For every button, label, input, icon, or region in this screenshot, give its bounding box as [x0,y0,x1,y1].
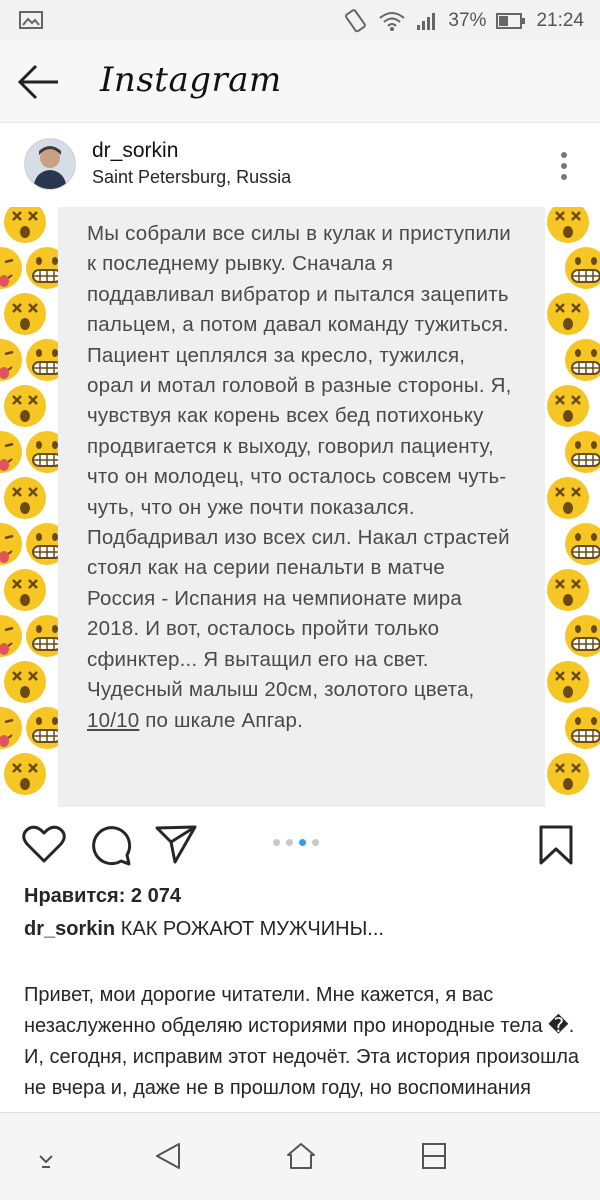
dizzy-face-icon [4,569,46,611]
dizzy-face-icon [4,207,46,243]
tongue-face-icon [0,247,22,289]
system-nav-bar [0,1112,600,1200]
caption-username[interactable]: dr_sorkin [24,918,115,940]
clock: 21:24 [536,10,584,31]
tongue-face-icon [0,523,22,565]
grimace-face-icon [26,339,60,381]
carousel-dot [273,839,280,846]
dizzy-face-icon [4,753,46,795]
image-text: Мы собрали все силы в кулак и приступили… [87,222,512,732]
battery-icon [496,13,526,29]
grimace-face-icon [565,247,600,289]
dizzy-face-icon [4,661,46,703]
more-vertical-icon[interactable] [558,151,570,181]
grimace-face-icon [26,247,60,289]
grimace-face-icon [26,615,60,657]
carousel-indicator [273,839,319,846]
nav-recents-icon[interactable] [420,1141,448,1171]
comment-icon[interactable] [90,824,132,866]
carousel-dot [286,839,293,846]
bookmark-icon[interactable] [538,824,574,866]
grimace-face-icon [565,339,600,381]
emoji-border-left [0,207,60,807]
signal-icon [417,13,436,30]
likes-count[interactable]: Нравится: 2 074 [24,885,181,908]
tongue-face-icon [0,339,22,381]
post-location[interactable]: Saint Petersburg, Russia [92,167,291,188]
grimace-face-icon [565,523,600,565]
share-icon[interactable] [155,824,197,864]
grimace-face-icon [26,431,60,473]
battery-percent: 37% [448,10,487,31]
dizzy-face-icon [547,477,589,519]
caption-text: КАК РОЖАЮТ МУЖЧИНЫ... [115,918,384,940]
post-image[interactable]: Мы собрали все силы в кулак и приступили… [0,207,600,807]
app-bar: Instagram [0,40,600,123]
dizzy-face-icon [547,753,589,795]
grimace-face-icon [565,615,600,657]
grimace-face-icon [565,707,600,749]
grimace-face-icon [565,431,600,473]
dizzy-face-icon [4,477,46,519]
status-bar: 37% 21:24 [0,0,600,40]
dizzy-face-icon [4,293,46,335]
wifi-icon [379,12,406,31]
emoji-border-right [545,207,600,807]
caption: dr_sorkin КАК РОЖАЮТ МУЖЧИНЫ... [24,918,384,941]
app-title: Instagram [100,60,282,100]
post-actions [0,808,600,880]
nav-down-icon[interactable] [36,1149,56,1169]
image-icon [19,11,43,29]
heart-icon[interactable] [22,824,66,864]
dizzy-face-icon [547,207,589,243]
carousel-dot [312,839,319,846]
post-body-text: Привет, мои дорогие читатели. Мне кажетс… [24,984,579,1112]
carousel-dot [299,839,306,846]
dizzy-face-icon [547,293,589,335]
grimace-face-icon [26,523,60,565]
dizzy-face-icon [547,569,589,611]
avatar[interactable] [24,138,76,190]
nav-home-icon[interactable] [285,1141,317,1171]
vibrate-icon [345,9,367,33]
post-header: dr_sorkin Saint Petersburg, Russia [0,123,600,207]
dizzy-face-icon [547,385,589,427]
tongue-face-icon [0,707,22,749]
grimace-face-icon [26,707,60,749]
dizzy-face-icon [547,661,589,703]
tongue-face-icon [0,431,22,473]
tongue-face-icon [0,615,22,657]
dizzy-face-icon [4,385,46,427]
post-username[interactable]: dr_sorkin [92,139,178,163]
paper-note: Мы собрали все силы в кулак и приступили… [58,207,545,807]
nav-back-icon[interactable] [153,1141,183,1171]
back-arrow-icon[interactable] [16,62,62,102]
